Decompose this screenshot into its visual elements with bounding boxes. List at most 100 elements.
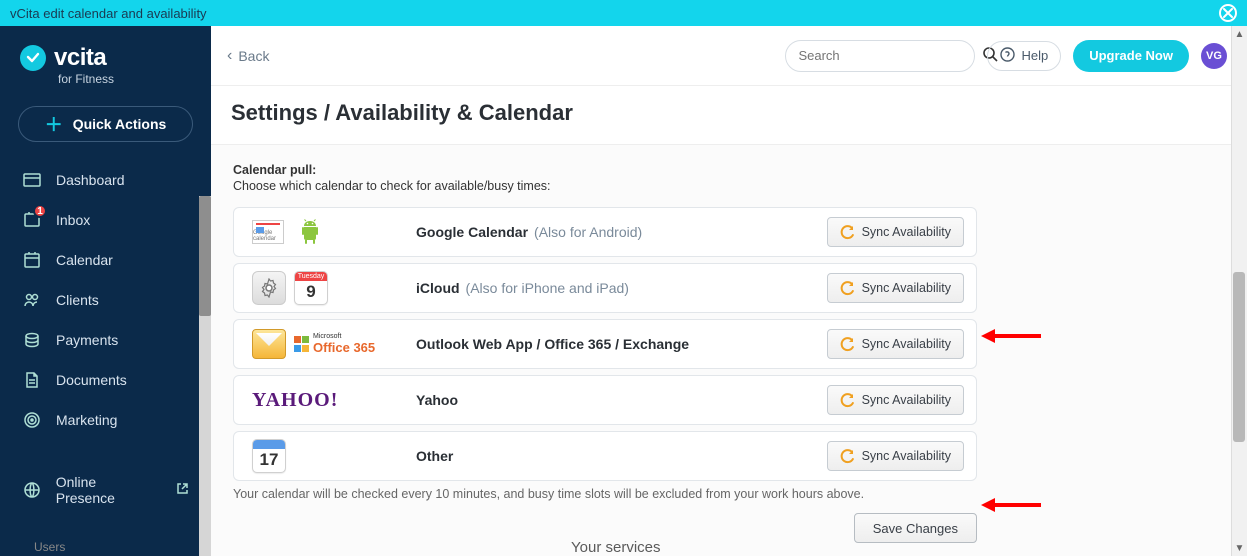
clients-icon — [22, 290, 42, 310]
provider-row-google: Google calendar Google Calendar (Also fo… — [233, 207, 977, 257]
nav-list: Dashboard 1 Inbox Calendar Clients Payme… — [0, 160, 211, 516]
provider-name: Yahoo — [416, 392, 458, 408]
provider-row-other: 17 Other Sync Availability — [233, 431, 977, 481]
yahoo-icon: YAHOO! — [252, 389, 338, 412]
window-title: vCita edit calendar and availability — [10, 6, 207, 21]
save-changes-button[interactable]: Save Changes — [854, 513, 977, 543]
save-label: Save Changes — [873, 521, 958, 536]
scroll-up-arrow-icon[interactable]: ▲ — [1232, 26, 1247, 42]
nav-gap — [0, 440, 211, 464]
annotation-arrow-save — [981, 495, 1041, 515]
calendar-day-icon: Tuesday9 — [294, 271, 328, 305]
window-titlebar: vCita edit calendar and availability — [0, 0, 1247, 26]
footer-note: Your calendar will be checked every 10 m… — [233, 487, 977, 501]
refresh-icon — [840, 449, 855, 464]
sync-label: Sync Availability — [862, 337, 951, 351]
inbox-badge: 1 — [33, 204, 47, 218]
sidebar-item-documents[interactable]: Documents — [0, 360, 211, 400]
sync-label: Sync Availability — [862, 393, 951, 407]
sidebar-scrollbar-thumb[interactable] — [199, 196, 211, 316]
refresh-icon — [840, 337, 855, 352]
section-sublabel: Choose which calendar to check for avail… — [233, 179, 1225, 193]
sync-label: Sync Availability — [862, 225, 951, 239]
upgrade-label: Upgrade Now — [1089, 48, 1173, 63]
sidebar-item-online-presence[interactable]: Online Presence — [0, 464, 211, 516]
icloud-gear-icon — [252, 271, 286, 305]
provider-note: (Also for iPhone and iPad) — [466, 280, 629, 296]
content: Calendar pull: Choose which calendar to … — [211, 145, 1247, 556]
sidebar: vcita for Fitness ＋ Quick Actions Dashbo… — [0, 26, 211, 556]
brand-icon — [20, 45, 46, 71]
sidebar-item-payments[interactable]: Payments — [0, 320, 211, 360]
page-title: Settings / Availability & Calendar — [231, 100, 1227, 126]
sidebar-item-marketing[interactable]: Marketing — [0, 400, 211, 440]
sync-label: Sync Availability — [862, 449, 951, 463]
sync-availability-button[interactable]: Sync Availability — [827, 385, 964, 415]
sidebar-item-label: Marketing — [56, 412, 117, 428]
content-scrollbar-thumb[interactable] — [1233, 272, 1245, 442]
content-scrollbar[interactable]: ▲ ▼ — [1231, 26, 1247, 556]
android-icon — [292, 214, 328, 250]
provider-name: iCloud — [416, 280, 460, 296]
page-heading-wrap: Settings / Availability & Calendar — [211, 86, 1247, 145]
refresh-icon — [840, 281, 855, 296]
sidebar-item-clients[interactable]: Clients — [0, 280, 211, 320]
plus-icon: ＋ — [45, 111, 63, 137]
help-button[interactable]: Help — [987, 41, 1061, 71]
sidebar-peek-label: Users — [34, 540, 65, 554]
office365-icon: MicrosoftOffice 365 — [294, 333, 375, 355]
google-calendar-icon: Google calendar — [252, 220, 284, 244]
provider-row-yahoo: YAHOO! Yahoo Sync Availability — [233, 375, 977, 425]
main: ‹ Back Help Upgrade Now VG Settings / Av… — [211, 26, 1247, 556]
quick-actions-button[interactable]: ＋ Quick Actions — [18, 106, 193, 142]
provider-row-icloud: Tuesday9 iCloud (Also for iPhone and iPa… — [233, 263, 977, 313]
sync-availability-button[interactable]: Sync Availability — [827, 441, 964, 471]
sidebar-item-label: Payments — [56, 332, 118, 348]
provider-row-outlook: MicrosoftOffice 365 Outlook Web App / Of… — [233, 319, 977, 369]
help-label: Help — [1021, 48, 1048, 63]
sync-availability-button[interactable]: Sync Availability — [827, 329, 964, 359]
chevron-left-icon: ‹ — [227, 47, 232, 65]
refresh-icon — [840, 225, 855, 240]
dashboard-icon — [22, 170, 42, 190]
provider-name: Outlook Web App / Office 365 / Exchange — [416, 336, 689, 352]
calendar-icon — [22, 250, 42, 270]
provider-note: (Also for Android) — [534, 224, 642, 240]
close-icon[interactable] — [1219, 4, 1237, 22]
sidebar-item-label: Clients — [56, 292, 99, 308]
sidebar-item-inbox[interactable]: 1 Inbox — [0, 200, 211, 240]
search-input[interactable] — [798, 48, 974, 63]
back-button[interactable]: ‹ Back — [227, 47, 269, 65]
sync-label: Sync Availability — [862, 281, 951, 295]
search-field[interactable] — [785, 40, 975, 72]
sync-availability-button[interactable]: Sync Availability — [827, 217, 964, 247]
avatar-initials: VG — [1206, 50, 1222, 62]
section-label: Calendar pull: — [233, 163, 1225, 177]
sync-availability-button[interactable]: Sync Availability — [827, 273, 964, 303]
scroll-down-arrow-icon[interactable]: ▼ — [1232, 540, 1247, 556]
brand-name: vcita — [54, 44, 106, 72]
content-below-peek: Your services — [571, 539, 661, 556]
avatar[interactable]: VG — [1201, 43, 1227, 69]
sidebar-item-dashboard[interactable]: Dashboard — [0, 160, 211, 200]
calendar-day-icon: 17 — [252, 439, 286, 473]
provider-list: Google calendar Google Calendar (Also fo… — [233, 207, 977, 481]
sidebar-item-label: Documents — [56, 372, 127, 388]
sidebar-item-label: Dashboard — [56, 172, 125, 188]
sidebar-item-calendar[interactable]: Calendar — [0, 240, 211, 280]
provider-name: Other — [416, 448, 453, 464]
sidebar-scrollbar[interactable] — [199, 196, 211, 556]
sidebar-item-label: Inbox — [56, 212, 90, 228]
sidebar-item-label: Online Presence — [56, 474, 158, 506]
annotation-arrow-sync — [981, 326, 1041, 346]
help-icon — [1000, 47, 1015, 65]
brand-subtitle: for Fitness — [0, 72, 211, 86]
topbar: ‹ Back Help Upgrade Now VG — [211, 26, 1247, 86]
refresh-icon — [840, 393, 855, 408]
documents-icon — [22, 370, 42, 390]
sidebar-item-label: Calendar — [56, 252, 113, 268]
back-label: Back — [238, 48, 269, 64]
marketing-icon — [22, 410, 42, 430]
outlook-envelope-icon — [252, 329, 286, 359]
upgrade-button[interactable]: Upgrade Now — [1073, 40, 1189, 72]
